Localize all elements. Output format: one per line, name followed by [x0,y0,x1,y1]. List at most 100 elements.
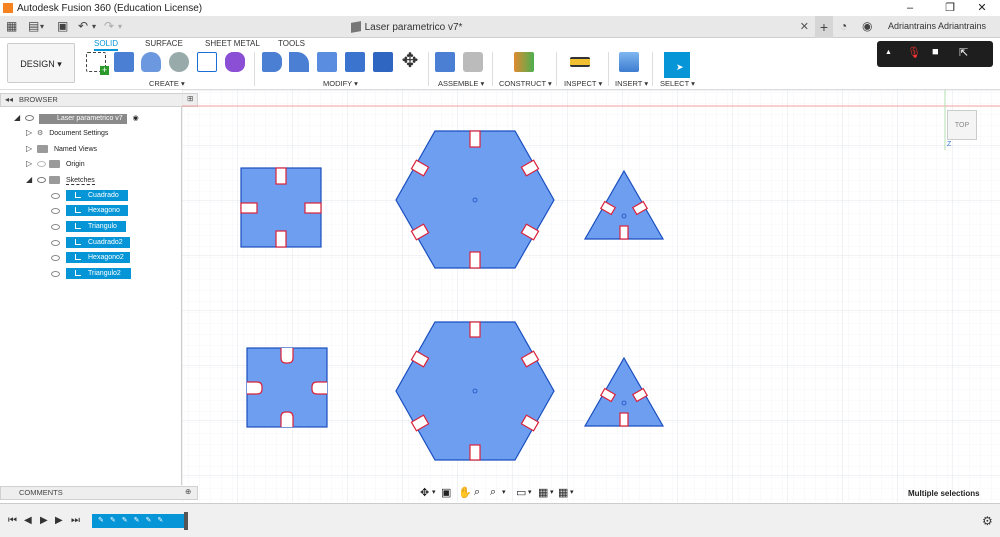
document-tab[interactable]: Laser parametrico v7* ✕ [0,16,813,38]
workspace-switcher-button[interactable]: DESIGN ▾ [7,43,75,83]
sketch-icon [75,270,81,276]
close-tab-button[interactable]: ✕ [800,20,809,33]
visibility-eye-icon[interactable] [37,177,46,184]
timeline-settings-icon[interactable]: ⚙ [982,514,993,528]
tree-item-document-settings[interactable]: ▷ ⚙ Document Settings [26,127,108,139]
sketch-label: Cuadrado [88,192,119,199]
folder-icon [49,160,60,169]
construct-menu[interactable]: CONSTRUCT ▾ [499,79,552,88]
grid-dropdown-icon[interactable]: ▾ [550,488,554,496]
insert-image-icon[interactable] [619,52,639,72]
select-button[interactable]: ➤ [664,52,690,78]
sketch-item-triangulo[interactable]: Triangulo [66,221,126,232]
sketch-item-cuadrado2[interactable]: Cuadrado2 [66,237,130,248]
visibility-eye-icon[interactable] [51,271,60,277]
pan-icon[interactable]: ✋ [458,486,472,499]
user-account[interactable]: Adriantrains Adriantrains [888,21,986,31]
tree-item-sketches[interactable]: ◢ Sketches [26,174,95,186]
step-forward-icon[interactable]: ▶ [55,515,63,526]
viewports-dropdown-icon[interactable]: ▾ [570,488,574,496]
tab-surface[interactable]: SURFACE [145,39,183,48]
meeting-controls: ▲ 🎙 ■ ⇱ [877,41,993,67]
sketch-icon [75,254,81,260]
collapse-browser-icon[interactable]: ◂◂ [5,95,13,104]
maximize-button[interactable]: ❐ [932,0,968,16]
display-dropdown-icon[interactable]: ▾ [528,488,532,496]
visibility-eye-icon[interactable] [25,115,34,122]
hole-icon[interactable] [169,52,189,72]
press-pull-icon[interactable] [262,52,282,72]
sketch-feature-icons: ✎✎✎✎✎✎ [98,517,170,524]
orbit-icon[interactable]: ✥ [420,486,429,499]
fit-icon[interactable]: ⌕ [490,486,496,499]
sketch-item-cuadrado[interactable]: Cuadrado [66,190,128,201]
go-to-end-icon[interactable]: ⏭ [71,515,80,526]
viewcube[interactable]: TOP [947,110,977,140]
look-at-icon[interactable]: ▣ [441,486,451,499]
popout-icon[interactable]: ⇱ [959,46,968,59]
minimize-button[interactable]: – [892,0,928,16]
sketch-item-triangulo2[interactable]: Triangulo2 [66,268,131,279]
tab-tools[interactable]: TOOLS [278,39,305,48]
tab-solid[interactable]: SOLID [94,39,119,51]
sketch-item-hexagono[interactable]: Hexagono [66,205,128,216]
create-menu[interactable]: CREATE ▾ [149,79,185,88]
visibility-eye-icon[interactable] [51,240,60,246]
tree-item-origin[interactable]: ▷ Origin [26,158,85,170]
visibility-eye-icon[interactable] [51,193,60,199]
notifications-icon[interactable]: ◉ [862,19,872,33]
visibility-eye-icon[interactable] [51,224,60,230]
design-canvas[interactable] [182,90,1000,502]
shell-icon[interactable] [345,52,365,72]
pattern-icon[interactable] [197,52,217,72]
mic-muted-icon[interactable]: 🎙 [907,46,921,59]
go-to-start-icon[interactable]: ⏮ [8,515,17,526]
inspect-menu[interactable]: INSPECT ▾ [564,79,602,88]
measure-icon[interactable] [570,57,590,67]
insert-menu[interactable]: INSERT ▾ [615,79,648,88]
zoom-icon[interactable]: ⌕ [474,486,480,499]
new-component-icon[interactable] [435,52,455,72]
offset-plane-icon[interactable] [514,52,534,72]
combine-icon[interactable] [373,52,393,72]
browser-panel-header[interactable]: ◂◂ BROWSER ⊞ [0,93,198,107]
visibility-eye-icon[interactable] [37,161,46,168]
visibility-eye-icon[interactable] [51,208,60,214]
camera-icon[interactable]: ■ [932,46,939,58]
chamfer-icon[interactable] [317,52,337,72]
ribbon-toolbar: DESIGN ▾ SOLID SURFACE SHEET METAL TOOLS… [0,38,1000,90]
assemble-menu[interactable]: ASSEMBLE ▾ [438,79,484,88]
revolve-icon[interactable] [141,52,161,72]
sketch-item-hexagono2[interactable]: Hexagono2 [66,252,130,263]
sketch-icon [75,239,81,245]
tree-item-named-views[interactable]: ▷ Named Views [26,143,97,155]
close-window-button[interactable]: ✕ [964,0,1000,16]
modify-menu[interactable]: MODIFY ▾ [323,79,358,88]
create-form-icon[interactable] [225,52,245,72]
joint-icon[interactable] [463,52,483,72]
extrude-icon[interactable] [114,52,134,72]
timeline-features[interactable]: ✎✎✎✎✎✎ [92,514,186,528]
tree-root[interactable]: ◢ Laser parametrico v7 ◉ [14,112,139,124]
activate-radio-icon[interactable]: ◉ [133,115,139,122]
new-tab-button[interactable]: + [815,16,833,38]
add-comment-icon[interactable]: ⊕ [185,487,191,496]
select-menu[interactable]: SELECT ▾ [660,79,695,88]
move-copy-icon[interactable]: ✥ [400,51,420,72]
tab-sheet-metal[interactable]: SHEET METAL [205,39,260,48]
gear-icon: ⚙ [37,130,44,137]
fillet-icon[interactable] [289,52,309,72]
comments-panel-header[interactable]: COMMENTS ⊕ [0,486,198,500]
display-settings-icon[interactable]: ▭ [516,486,526,499]
collapse-icon[interactable]: ▲ [885,49,892,56]
play-icon[interactable]: ▶ [40,515,48,526]
create-sketch-icon[interactable]: + [86,52,109,75]
viewports-icon[interactable]: ▦ [558,486,568,499]
fit-dropdown-icon[interactable]: ▾ [502,488,506,496]
grid-settings-icon[interactable]: ▦ [538,486,548,499]
step-back-icon[interactable]: ◀ [24,515,32,526]
job-status-icon[interactable]: ◔ [840,19,847,33]
visibility-eye-icon[interactable] [51,255,60,261]
orbit-dropdown-icon[interactable]: ▾ [432,488,436,496]
timeline-marker[interactable] [184,512,188,530]
